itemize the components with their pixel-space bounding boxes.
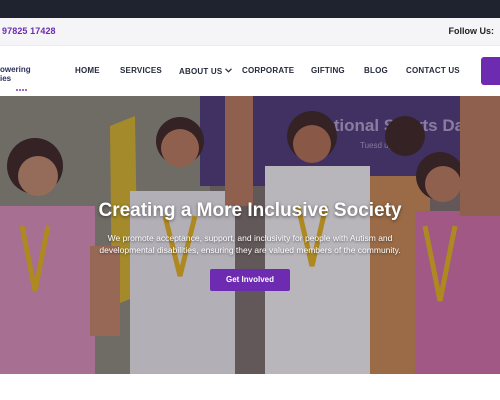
hero-section: National Sports Da Tuesd ugust 202 Creat <box>0 96 500 374</box>
nav-item-home[interactable]: HOME <box>75 66 100 75</box>
nav-item-about-us-label: ABOUT US <box>179 67 223 76</box>
phone-number[interactable]: 97825 17428 <box>2 26 56 36</box>
hero-subtitle: We promote acceptance, support, and incl… <box>99 233 401 255</box>
nav-item-about-us[interactable]: ABOUT US <box>179 66 233 76</box>
nav-menu: HOME SERVICES ABOUT US CORPORATE GIFTING… <box>0 46 500 96</box>
header-cta-button[interactable] <box>481 57 500 85</box>
chevron-down-icon <box>225 66 233 75</box>
page-bottom-area <box>0 374 500 400</box>
follow-us-label: Follow Us: <box>448 26 495 36</box>
nav-item-services[interactable]: SERVICES <box>120 66 162 75</box>
get-involved-button[interactable]: Get Involved <box>210 269 290 291</box>
nav-item-corporate[interactable]: CORPORATE <box>242 66 294 75</box>
top-info-bar: 97825 17428 Follow Us: <box>0 18 500 46</box>
nav-item-gifting[interactable]: GIFTING <box>311 66 345 75</box>
browser-chrome-bar <box>0 0 500 18</box>
hero-title: Creating a More Inclusive Society <box>98 200 402 221</box>
nav-item-blog[interactable]: BLOG <box>364 66 388 75</box>
nav-item-contact-us[interactable]: CONTACT US <box>406 66 460 75</box>
main-navigation: owering ies HOME SERVICES ABOUT US CORPO… <box>0 46 500 96</box>
